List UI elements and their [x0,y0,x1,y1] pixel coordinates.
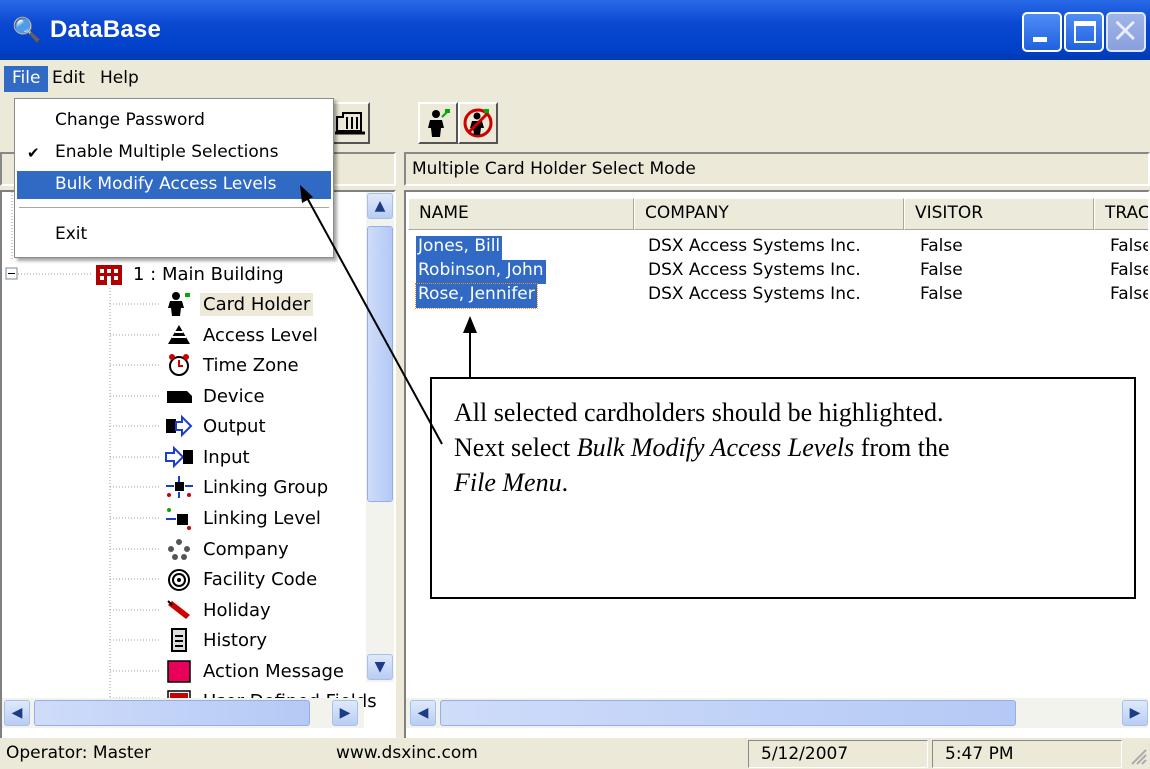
database-window: 🔍 DataBase × File Edit Help Multiple Car… [0,0,1150,769]
callout-arrows [300,185,477,445]
